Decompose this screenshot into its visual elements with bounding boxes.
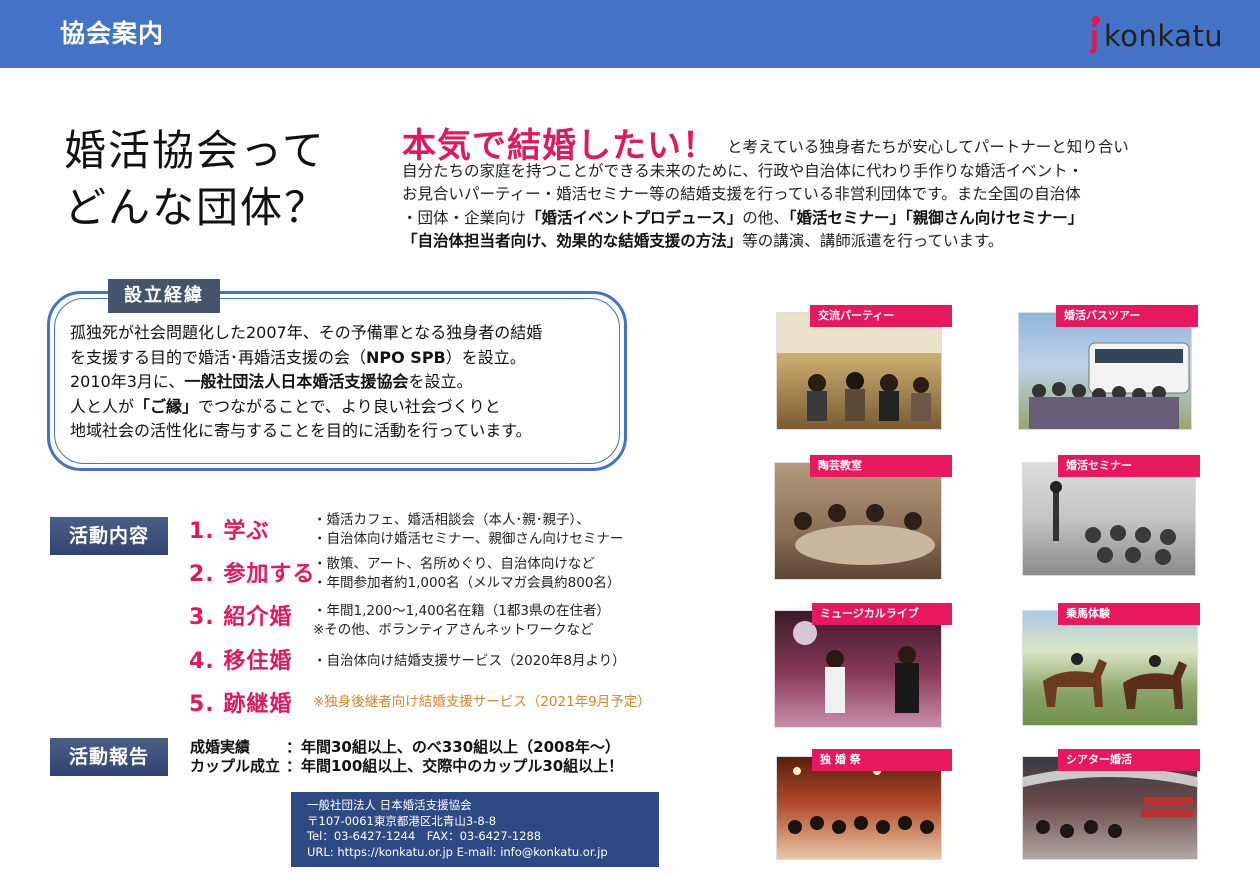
bus-scene-icon	[1029, 342, 1190, 429]
activity-desc-line: ・年間参加者約1,000名（メルマガ会員約800名）	[313, 575, 621, 591]
photo-festival	[776, 756, 942, 860]
activity-desc-line: ※独身後継者向け結婚支援サービス（2021年9月予定）	[313, 694, 651, 710]
activity-desc: ・婚活カフェ、婚活相談会（本人･親･親子）、・自治体向け婚活セミナー、親御さん向…	[313, 511, 623, 549]
photo-party	[776, 312, 942, 430]
photo-bus-tour	[1018, 312, 1192, 430]
intro-text: の他、	[742, 208, 789, 227]
report-value: ：年間30組以上、のべ330組以上（2008年～）	[286, 738, 620, 756]
intro-paragraph: と考えている独身者たちが安心してパートナーと知り合い 自分たちの家庭を持つことが…	[402, 136, 1222, 254]
activity-title: 5. 跡継婚	[189, 692, 293, 717]
report-line: 成婚実績 ：年間30組以上、のべ330組以上（2008年～）	[190, 738, 623, 757]
report-value: ：年間100組以上、交際中のカップル30組以上！	[286, 757, 624, 775]
origin-line: 地域社会の活性化に寄与することを目的に活動を行っています。	[70, 421, 532, 440]
logo-j-icon: j	[1090, 18, 1099, 54]
photo-seminar	[1022, 462, 1196, 576]
activities-label: 活動内容	[50, 517, 168, 555]
activity-desc-line: ・自治体向け婚活セミナー、親御さん向けセミナー	[313, 531, 624, 547]
photo-theater	[1022, 756, 1198, 860]
activity-desc: ・年間1,200～1,400名在籍（1都3県の在住者） ※その他、ボランティアさん…	[313, 602, 610, 640]
activity-desc-line: ・年間1,200～1,400名在籍（1都3県の在住者）	[313, 603, 610, 619]
headline-line-1: 婚活協会って	[64, 126, 326, 175]
photo-label: 婚活セミナー	[1058, 455, 1200, 477]
origin-text-part: 2010年3月に、	[70, 372, 185, 391]
musical-scene-icon	[793, 621, 919, 713]
origin-emph: 「ご縁」	[134, 396, 199, 416]
photo-label: 婚活バスツアー	[1056, 305, 1198, 327]
intro-emph: 「婚活セミナー」「親御さん向けセミナー」	[788, 208, 1084, 227]
activity-desc-line: ・婚活カフェ、婚活相談会（本人･親･親子）、	[313, 512, 590, 528]
intro-text: ・団体・企業向け	[402, 208, 527, 227]
intro-line-4: ・団体・企業向け「婚活イベントプロデュース」の他、「婚活セミナー」「親御さん向け…	[402, 207, 1222, 231]
origin-line: 2010年3月に、一般社団法人日本婚活支援協会を設立。	[70, 370, 542, 395]
party-scene-icon	[777, 313, 941, 421]
intro-line-1: と考えている独身者たちが安心してパートナーと知り合い	[727, 138, 1129, 156]
theater-scene-icon	[1023, 767, 1197, 838]
logo-text: konkatu	[1104, 19, 1224, 53]
activity-title: 4. 移住婚	[189, 649, 293, 674]
contact-address: 〒107-0061東京都港区北青山3-8-8	[307, 813, 497, 828]
intro-line-5: 「自治体担当者向け、効果的な結婚支援の方法」等の講演、講師派遣を行っています。	[402, 230, 1222, 254]
activity-title: 2. 参加する	[189, 562, 316, 587]
contact-org: 一般社団法人 日本婚活支援協会	[307, 798, 472, 812]
photo-horse	[1022, 610, 1198, 726]
report-label: 活動報告	[50, 738, 168, 776]
header-title: 協会案内	[60, 19, 165, 48]
photo-label: シアター婚活	[1058, 749, 1200, 771]
activity-desc: ・散策、アート、名所めぐり、自治体向けなど・年間参加者約1,000名（メルマガ会…	[313, 555, 620, 593]
activity-desc-line: ・散策、アート、名所めぐり、自治体向けなど	[313, 556, 595, 572]
report-line: カップル成立 ：年間100組以上、交際中のカップル30組以上！	[190, 757, 623, 776]
report-key: カップル成立	[190, 757, 281, 775]
page-headline: 婚活協会って どんな団体？	[64, 122, 328, 236]
origin-text: 孤独死が社会問題化した2007年、その予備軍となる独身者の結婚 を支援する目的で…	[70, 321, 542, 444]
origin-text-part: 人と人が	[70, 396, 135, 416]
intro-line-3: お見合いパーティー・婚活セミナー等の結婚支援を行っている非営利団体です。また全国…	[402, 185, 1081, 203]
activity-title: 3. 紹介婚	[189, 605, 293, 630]
contact-phone: Tel：03-6427-1244 FAX：03-6427-1288	[307, 829, 542, 843]
intro-text: 等の講演、講師派遣を行っています。	[742, 232, 1004, 250]
report-key: 成婚実績	[190, 738, 251, 756]
contact-box: 一般社団法人 日本婚活支援協会 〒107-0061東京都港区北青山3-8-8 T…	[291, 792, 659, 867]
intro-emph: 「自治体担当者向け、効果的な結婚支援の方法」	[402, 232, 743, 250]
konkatu-logo[interactable]: j konkatu	[1088, 14, 1238, 56]
origin-line: を支援する目的で婚活･再婚活支援の会（NPO SPB）を設立。	[70, 346, 542, 371]
report-text: 成婚実績 ：年間30組以上、のべ330組以上（2008年～） カップル成立 ：年間1…	[190, 738, 623, 776]
photo-label: 陶芸教室	[810, 455, 952, 477]
origin-label: 設立経緯	[108, 279, 220, 313]
festival-scene-icon	[788, 763, 934, 834]
origin-emph: NPO SPB	[366, 347, 446, 367]
origin-text-part: でつながることで、より良い社会づくりと	[198, 396, 501, 416]
photo-label: 交流パーティー	[810, 305, 952, 327]
activity-desc-line: ・自治体向け結婚支援サービス（2020年8月より）	[313, 653, 626, 669]
photo-label: 独 婚 祭	[812, 749, 952, 771]
origin-text-part: を支援する目的で婚活･再婚活支援の会（	[70, 347, 367, 367]
activity-title: 1. 学ぶ	[189, 519, 270, 544]
horse-scene-icon	[1043, 653, 1187, 709]
origin-text-part: ）を設立。	[445, 347, 526, 367]
photo-musical	[774, 610, 942, 728]
intro-line-2: 自分たちの家庭を持つことができる未来のために、行政や自治体に代わり手作りな婚活イ…	[402, 161, 1084, 180]
activity-desc-line: ※その他、ボランティアさんネットワークなど	[313, 622, 594, 638]
contact-url[interactable]: URL: https://konkatu.or.jp E-mail: info@…	[307, 845, 659, 861]
origin-line: 人と人が「ご縁」でつながることで、より良い社会づくりと	[70, 395, 542, 420]
photo-pottery	[774, 462, 942, 580]
origin-line: 孤独死が社会問題化した2007年、その予備軍となる独身者の結婚	[70, 323, 543, 342]
intro-emph: 「婚活イベントプロデュース」	[526, 208, 743, 227]
activity-desc: ・自治体向け結婚支援サービス（2020年8月より）	[313, 652, 626, 671]
origin-text-part: を設立。	[408, 372, 473, 391]
origin-emph: 一般社団法人日本婚活支援協会	[184, 372, 409, 391]
activity-desc: ※独身後継者向け結婚支援サービス（2021年9月予定）	[313, 693, 651, 712]
headline-line-2: どんな団体？	[64, 183, 329, 232]
photo-label: 乗馬体験	[1058, 603, 1200, 625]
header-bar	[0, 0, 1260, 68]
pottery-scene-icon	[794, 504, 935, 565]
seminar-scene-icon	[1050, 481, 1176, 565]
photo-label: ミュージカルライブ	[812, 603, 952, 625]
